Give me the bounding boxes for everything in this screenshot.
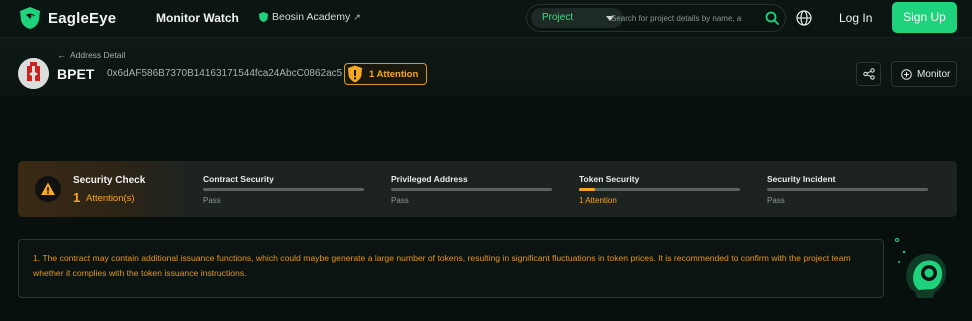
attention-badge[interactable]: 1 Attention <box>344 63 427 85</box>
security-check-title: Security Check <box>73 175 146 186</box>
check-title: Privileged Address <box>391 174 468 184</box>
check-security-incident[interactable]: Security Incident Pass <box>767 161 929 217</box>
check-title: Security Incident <box>767 174 836 184</box>
check-token-security[interactable]: Token Security 1 Attention <box>579 161 741 217</box>
check-progress-bar <box>579 188 740 191</box>
attention-message-box: 1. The contract may contain additional i… <box>18 239 884 298</box>
search-icon[interactable] <box>765 11 779 25</box>
academy-label: Beosin Academy <box>272 11 351 23</box>
address-header: ← Address Detail BPET 0x6dAF586B7370B141… <box>0 38 972 96</box>
brand-name: EagleEye <box>48 9 117 27</box>
monitor-button-label: Monitor <box>917 68 951 80</box>
eagle-logo-icon <box>18 6 42 30</box>
check-status: Pass <box>767 196 785 205</box>
security-check-panel: Security Check 1 Attention(s) Contract S… <box>18 161 957 217</box>
attention-message: 1. The contract may contain additional i… <box>33 253 851 278</box>
check-progress-bar <box>391 188 552 191</box>
contract-address[interactable]: 0x6dAF586B7370B14163171544fca24AbcC0862a… <box>107 68 342 79</box>
brand-logo[interactable]: EagleEye <box>18 6 116 30</box>
top-navbar: EagleEye Monitor Watch Beosin Academy ↗ … <box>0 0 972 38</box>
token-avatar <box>18 58 49 89</box>
attention-count-label: Attention(s) <box>86 193 135 204</box>
external-link-icon: ↗ <box>353 11 361 22</box>
monitor-button[interactable]: Monitor <box>891 61 957 87</box>
signup-button[interactable]: Sign Up <box>892 2 957 33</box>
check-contract-security[interactable]: Contract Security Pass <box>203 161 365 217</box>
assistant-bot-icon[interactable] <box>893 236 955 300</box>
search-input[interactable] <box>611 10 749 26</box>
attention-badge-label: 1 Attention <box>369 68 419 80</box>
login-link[interactable]: Log In <box>839 11 872 25</box>
add-circle-icon <box>901 68 912 80</box>
breadcrumb: Address Detail <box>70 50 126 60</box>
back-to-address-detail[interactable]: ← Address Detail <box>57 50 125 60</box>
share-button[interactable] <box>856 62 881 86</box>
check-status: 1 Attention <box>579 196 617 205</box>
academy-shield-icon <box>259 12 268 22</box>
check-title: Contract Security <box>203 174 274 184</box>
warning-icon <box>35 176 61 202</box>
arrow-left-icon: ← <box>57 50 66 60</box>
search-category-select[interactable]: Project <box>531 8 623 28</box>
check-title: Token Security <box>579 174 640 184</box>
share-icon <box>863 68 875 80</box>
check-progress-bar <box>767 188 928 191</box>
nav-beosin-academy[interactable]: Beosin Academy ↗ <box>259 11 361 23</box>
search-category-value: Project <box>542 12 574 23</box>
check-progress-bar <box>203 188 364 191</box>
check-status: Pass <box>391 196 409 205</box>
token-name: BPET <box>57 66 95 82</box>
check-status: Pass <box>203 196 221 205</box>
check-privileged-address[interactable]: Privileged Address Pass <box>391 161 553 217</box>
security-check-summary: Security Check 1 Attention(s) <box>18 161 186 217</box>
token-logo-icon <box>18 58 49 89</box>
language-globe-icon[interactable] <box>796 10 812 26</box>
search-bar: Project <box>526 4 786 32</box>
nav-monitor-watch[interactable]: Monitor Watch <box>156 11 239 25</box>
attention-count: 1 <box>73 190 81 205</box>
warning-shield-icon <box>348 65 362 83</box>
